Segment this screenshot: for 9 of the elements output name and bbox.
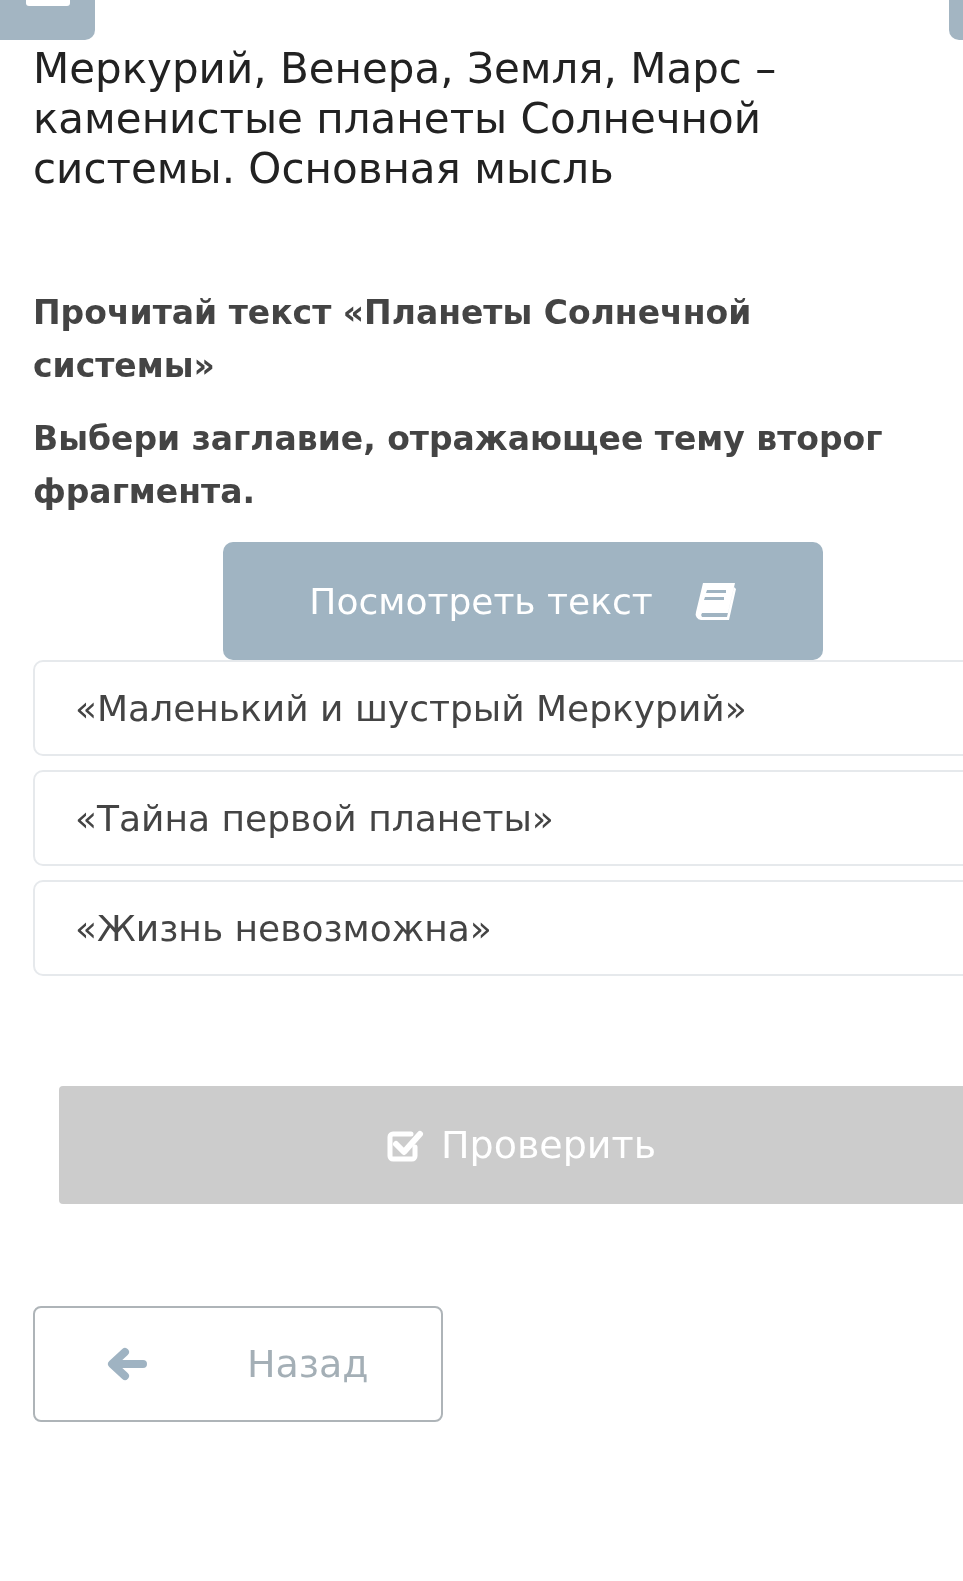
task-text: Прочитай текст «Планеты Солнечной системы» bbox=[33, 292, 753, 387]
top-button[interactable] bbox=[0, 0, 95, 40]
question-title: Меркурий, Венера, Земля, Марс – каменистые планеты Солнечной системы. Основная мысль bbox=[33, 44, 778, 194]
answer-option[interactable]: «Жизнь невозможна» bbox=[33, 880, 963, 976]
top-button[interactable] bbox=[949, 0, 963, 40]
answer-option[interactable]: «Тайна первой планеты» bbox=[33, 770, 963, 866]
instruction-text: Выбери заглавие, отражающее тему второг фрагмента. bbox=[33, 418, 883, 513]
arrow-left-icon bbox=[107, 1347, 147, 1381]
answer-option[interactable]: «Маленький и шустрый Меркурий» bbox=[33, 660, 963, 756]
